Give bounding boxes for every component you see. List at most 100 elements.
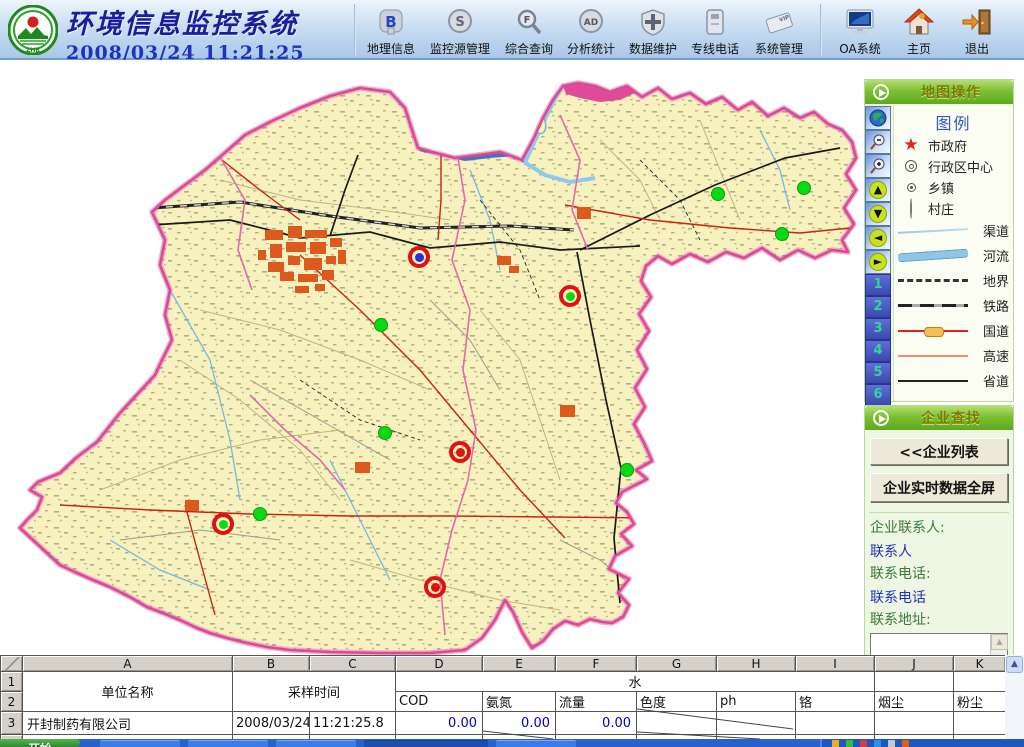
col-header-j[interactable]: J (875, 656, 954, 672)
selected-cell-i3[interactable] (796, 712, 875, 735)
row3-date[interactable]: 2008/03/24 (233, 712, 310, 735)
col-header-a[interactable]: A (23, 656, 233, 672)
enterprise-marker-green[interactable] (620, 463, 634, 477)
col-header-d[interactable]: D (396, 656, 483, 672)
nav-hotline[interactable]: 专线电话 (684, 4, 746, 57)
enterprise-marker-blue-ring[interactable] (408, 246, 430, 268)
enterprise-marker-green[interactable] (253, 507, 267, 521)
tray-icon[interactable] (846, 740, 853, 747)
row3-color[interactable] (637, 712, 717, 735)
tray-icon[interactable] (888, 740, 895, 747)
tray-icon[interactable] (860, 740, 867, 747)
enterprise-marker-green[interactable] (378, 426, 392, 440)
header-water-group[interactable]: 水 (396, 672, 875, 692)
realtime-fullscreen-button[interactable]: 企业实时数据全屏 (870, 473, 1008, 502)
col-header-b[interactable]: B (233, 656, 310, 672)
row-header-1[interactable]: 1 (1, 672, 23, 692)
map-viewport[interactable] (0, 60, 862, 655)
enterprise-marker-green[interactable] (775, 227, 789, 241)
tray-icon[interactable] (902, 740, 909, 747)
enterprise-list-button[interactable]: <<企业列表 (870, 438, 1008, 465)
nav-source-mgmt[interactable]: S 监控源管理 (422, 4, 498, 57)
zoom-level-1-button[interactable]: 1 (865, 274, 891, 296)
sheet-corner[interactable] (1, 656, 23, 672)
row3-dust[interactable] (954, 712, 1006, 735)
taskbar-task-button[interactable] (276, 740, 356, 747)
row3-smoke[interactable] (875, 712, 954, 735)
nav-data-maint[interactable]: 数据维护 (622, 4, 684, 57)
nav-analysis[interactable]: AD 分析统计 (560, 4, 622, 57)
row3-flow[interactable]: 0.00 (556, 712, 637, 735)
enterprise-marker-green[interactable] (797, 181, 811, 195)
map-canvas[interactable] (0, 60, 862, 655)
param-dust[interactable]: 粉尘 (954, 692, 1006, 712)
scroll-up-icon[interactable]: ▲ (991, 634, 1008, 650)
col-header-e[interactable]: E (483, 656, 556, 672)
zoom-level-5-button[interactable]: 5 (865, 362, 891, 384)
param-nh3n[interactable]: 氨氮 (483, 692, 556, 712)
row3-unit-name[interactable]: 开封制药有限公司 (23, 712, 233, 735)
col-header-g[interactable]: G (637, 656, 717, 672)
col-header-k[interactable]: K (954, 656, 1006, 672)
enterprise-marker-red-ring[interactable] (449, 441, 471, 463)
param-cod[interactable]: COD (396, 692, 483, 712)
row-header-3[interactable]: 3 (1, 712, 23, 735)
param-color[interactable]: 色度 (637, 692, 717, 712)
row-header-2[interactable]: 2 (1, 692, 23, 712)
enterprise-marker-green[interactable] (711, 187, 725, 201)
col-header-f[interactable]: F (556, 656, 637, 672)
table-scrollbar[interactable]: ▲ (1005, 655, 1024, 739)
nav-home[interactable]: 主页 (890, 4, 948, 57)
cell-k1[interactable] (954, 672, 1006, 692)
system-tray[interactable] (820, 739, 1024, 747)
header-sample-time[interactable]: 采样时间 (233, 672, 396, 712)
enterprise-marker-green-ring[interactable] (212, 513, 234, 535)
nav-query[interactable]: F 综合查询 (498, 4, 560, 57)
taskbar-task-button[interactable] (100, 740, 180, 747)
pan-left-button[interactable]: ◄ (865, 226, 891, 250)
pan-right-button[interactable]: ► (865, 250, 891, 274)
col-header-c[interactable]: C (310, 656, 396, 672)
enterprise-marker-green[interactable] (374, 318, 388, 332)
enterprise-marker-red-ring[interactable] (424, 576, 446, 598)
pan-up-button[interactable]: ▲ (865, 178, 891, 202)
row3-cod[interactable]: 0.00 (396, 712, 483, 735)
row3-ph[interactable] (717, 712, 796, 735)
nav-exit[interactable]: 退出 (948, 4, 1006, 57)
row3-time[interactable]: 11:21:25.8 (310, 712, 396, 735)
pan-down-button[interactable]: ▼ (865, 202, 891, 226)
enterprise-marker-green-ring[interactable] (559, 285, 581, 307)
taskbar-task-button[interactable] (188, 740, 268, 747)
enterprise-search-header[interactable]: 企业查找 (865, 406, 1013, 430)
start-button[interactable]: 开始 (0, 739, 80, 747)
header-unit-name[interactable]: 单位名称 (23, 672, 233, 712)
col-header-h[interactable]: H (717, 656, 796, 672)
param-smoke[interactable]: 烟尘 (875, 692, 954, 712)
nav-oa-system[interactable]: OA系统 (830, 4, 890, 57)
nav-geo-info[interactable]: B 地理信息 (360, 4, 422, 57)
zoom-level-3-button[interactable]: 3 (865, 318, 891, 340)
cell-j1[interactable] (875, 672, 954, 692)
data-sheet[interactable]: A B C D E F G H I J K 1 单位名称 采样时间 水 (0, 655, 1006, 739)
tray-icon[interactable] (832, 740, 839, 747)
contact-value[interactable]: 联系人 (870, 541, 1013, 561)
taskbar-task-button-active[interactable] (364, 740, 488, 747)
scroll-up-icon[interactable]: ▲ (1006, 656, 1023, 673)
nav-system-mgmt[interactable]: VIP 系统管理 (746, 4, 812, 57)
zoom-out-button[interactable] (865, 130, 891, 154)
windows-taskbar[interactable]: 开始 (0, 739, 1024, 747)
row3-nh3n[interactable]: 0.00 (483, 712, 556, 735)
param-flow[interactable]: 流量 (556, 692, 637, 712)
taskbar-task-button[interactable] (496, 740, 576, 747)
col-header-i[interactable]: I (796, 656, 875, 672)
param-ph[interactable]: ph (717, 692, 796, 712)
zoom-level-4-button[interactable]: 4 (865, 340, 891, 362)
zoom-in-button[interactable] (865, 154, 891, 178)
zoom-level-2-button[interactable]: 2 (865, 296, 891, 318)
tray-icon[interactable] (874, 740, 881, 747)
phone-value[interactable]: 联系电话 (870, 587, 1013, 607)
full-extent-button[interactable] (865, 106, 891, 130)
zoom-level-6-button[interactable]: 6 (865, 384, 891, 406)
map-operations-header[interactable]: 地图操作 (865, 80, 1013, 104)
param-cr[interactable]: 铬 (796, 692, 875, 712)
